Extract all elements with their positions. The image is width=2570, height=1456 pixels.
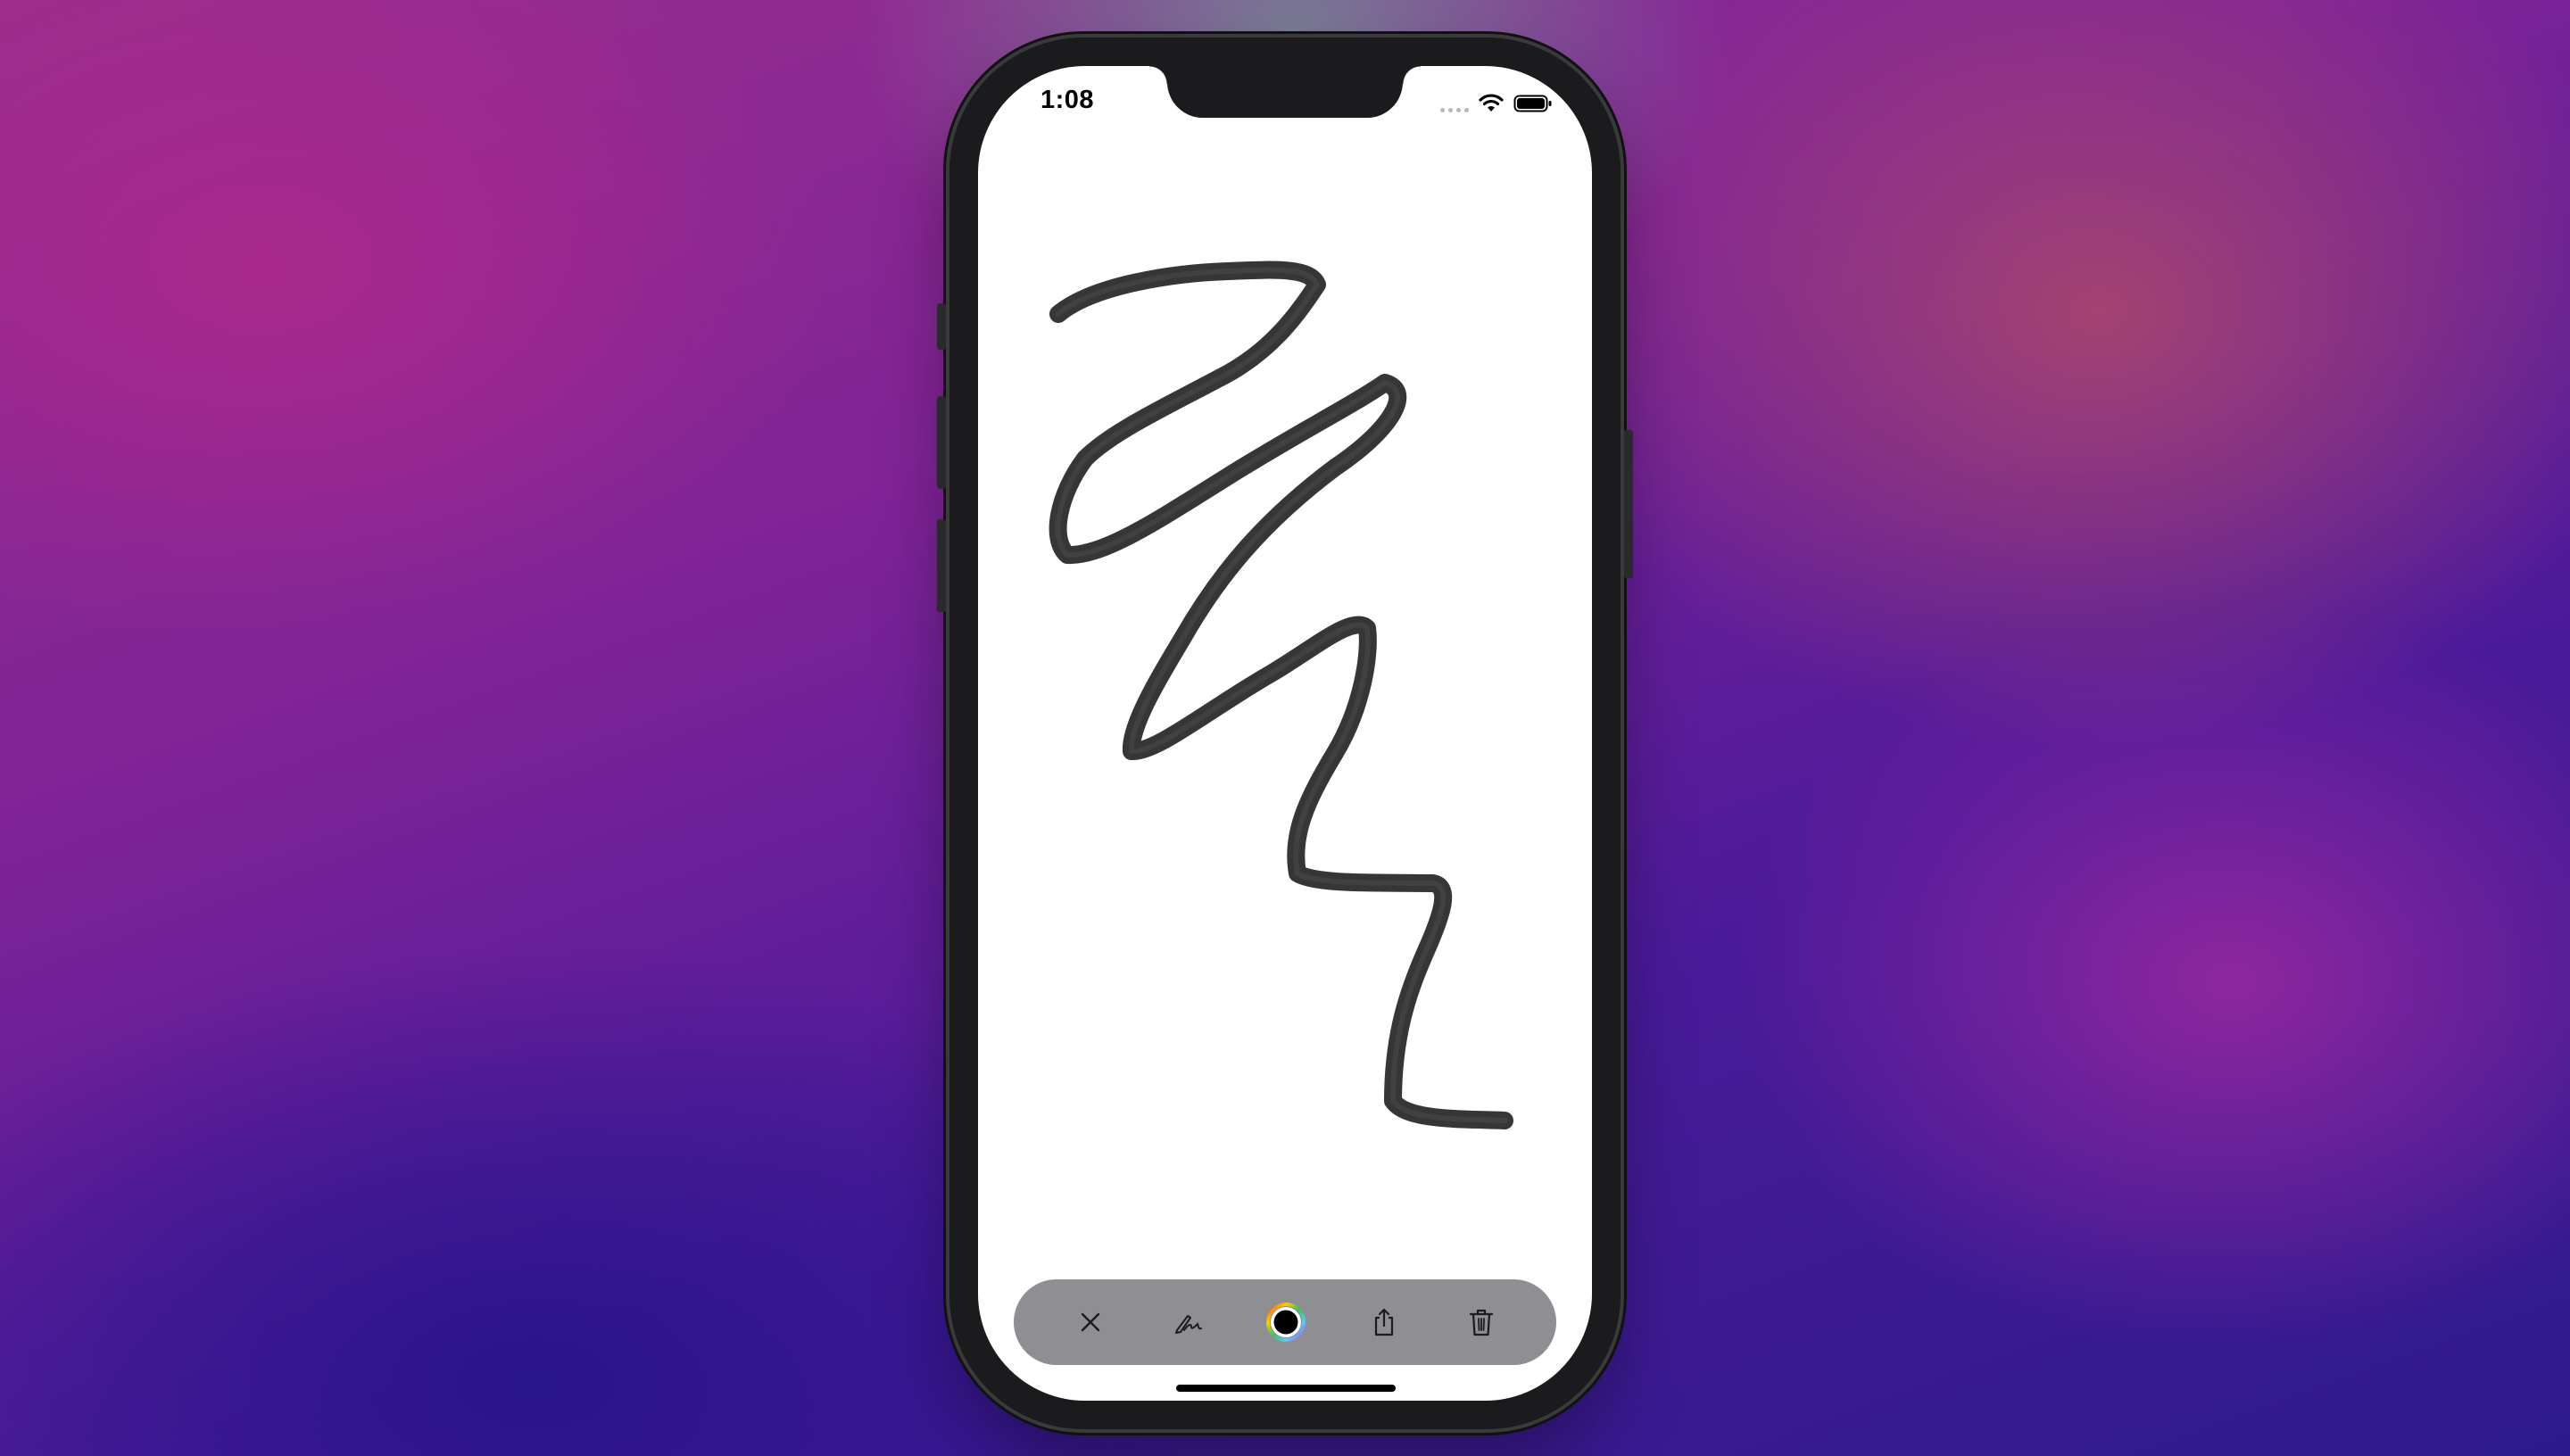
home-indicator[interactable] [1176,1385,1396,1392]
drawn-stroke [1049,261,1513,1129]
phone-frame: 1:08 [937,37,1633,1429]
phone-screen: 1:08 [978,66,1592,1401]
xmark-icon [1081,1312,1100,1332]
pen-scribble-icon [1174,1315,1202,1334]
notch [1149,66,1421,118]
signal-dots-icon [1440,95,1469,112]
volume-down-button [937,519,946,612]
wifi-icon [1479,94,1504,112]
trash-icon [1469,1309,1494,1336]
close-button[interactable] [1065,1297,1115,1347]
pen-tool-button[interactable] [1164,1297,1214,1347]
status-time: 1:08 [1040,86,1095,114]
status-icons [1440,91,1553,116]
color-picker-button[interactable] [1261,1297,1311,1347]
power-button [1624,430,1633,578]
share-button[interactable] [1359,1297,1409,1347]
drawing-canvas[interactable] [978,66,1592,1401]
drawing-toolbar [1014,1279,1556,1365]
battery-icon [1513,95,1552,112]
color-wheel-icon [1266,1303,1306,1342]
delete-button[interactable] [1456,1297,1506,1347]
volume-up-button [937,396,946,489]
share-icon [1374,1308,1393,1336]
silent-switch [937,303,946,350]
